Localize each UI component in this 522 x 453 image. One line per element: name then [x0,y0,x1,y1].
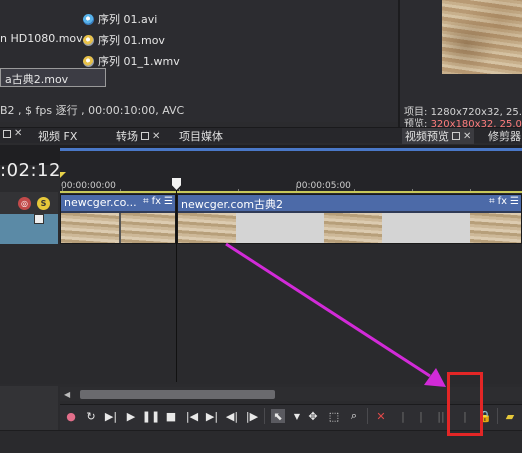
maximize-icon[interactable] [452,132,460,140]
loop-icon[interactable]: ↻ [84,409,98,423]
empty-track-area[interactable] [0,244,522,384]
clip-icon-group: ⌗ fx ☰ [489,196,519,207]
loop-region-bar[interactable] [60,191,522,193]
step-back-icon[interactable]: ◀| [225,409,239,423]
clip-title-text: newcger.com古典2 [181,198,284,211]
media-file-name: 序列 01.mov [98,34,165,47]
tab-label: 视频预览 [405,130,449,143]
menu-icon[interactable]: ☰ [510,196,519,207]
clip-thumbnail [178,213,236,243]
media-file-name: a古典2.mov [5,73,69,86]
tab-project-media[interactable]: 项目媒体 [179,128,223,144]
tab-transitions[interactable]: 转场 ✕ [116,128,160,144]
clip-thumbnail [236,213,324,243]
timeline-clip[interactable]: newcger.com古典2 ⌗ fx ☰ [177,194,522,244]
clip-icon-group: ⌗ fx ☰ [143,196,173,207]
solo-track-icon[interactable]: S [37,197,50,210]
clip-thumbnail [61,213,119,243]
record-icon[interactable]: ● [64,409,78,423]
close-icon[interactable]: ✕ [463,131,471,142]
next-frame-icon[interactable]: ▶| [205,409,219,423]
dropdown-icon[interactable]: ▼ [290,409,304,423]
stop-icon[interactable]: ■ [164,409,178,423]
selection-tool-icon[interactable]: ⬚ [327,409,341,423]
prev-frame-icon[interactable]: |◀ [185,409,199,423]
play-icon[interactable]: ▶ [124,409,138,423]
pause-icon[interactable]: ❚❚ [142,409,160,423]
split-icon[interactable]: || [434,409,448,423]
loop-region-marker[interactable] [60,172,66,178]
tab-controls[interactable]: ✕ [3,128,22,139]
media-file-name: 序列 01_1.wmv [98,55,180,68]
media-file-item-selected[interactable]: a古典2.mov [0,68,106,87]
delete-icon[interactable]: ✕ [374,409,388,423]
timeline-timecode[interactable]: :02:12 [0,160,61,181]
fx-icon[interactable]: fx [152,196,161,207]
marker-icon[interactable]: ▰ [503,409,517,423]
clip-thumbnail [470,213,521,243]
scroll-left-icon[interactable]: ◀ [64,390,70,399]
close-icon[interactable]: ✕ [152,131,160,142]
toolbar-divider [497,408,498,424]
tab-label: 视频 FX [38,130,78,143]
media-file-item[interactable]: 序列 01.avi [83,11,157,27]
sequence-avi-icon [83,13,94,25]
clip-thumbnail [382,213,470,243]
ruler-label: 00:00:05:00 [296,181,351,191]
tab-trimmer[interactable]: 修剪器 [488,128,521,144]
ruler-label: 00:00:00:00 [61,181,116,191]
scrollbar-thumb[interactable] [80,390,275,399]
step-forward-icon[interactable]: |▶ [245,409,259,423]
tab-label: 修剪器 [488,130,521,143]
tab-label: 项目媒体 [179,130,223,143]
tab-video-preview[interactable]: 视频预览 ✕ [402,128,475,144]
clip-thumbnail [324,213,382,243]
annotation-highlight-box [447,372,483,436]
timeline-clip[interactable]: newcger.co... ⌗ fx ☰ [60,194,176,244]
status-strip [0,430,522,453]
play-from-start-icon[interactable]: ▶| [104,409,118,423]
trim-end-icon[interactable]: | [414,409,428,423]
toolbar-divider [367,408,368,424]
maximize-icon[interactable] [141,132,149,140]
maximize-icon[interactable] [3,129,11,138]
menu-icon[interactable]: ☰ [164,196,173,207]
sequence-wmv-icon [83,55,94,67]
media-file-item[interactable]: 序列 01.mov [83,32,165,48]
video-preview-panel: 项目: 1280x720x32, 25.0 预览: 320x180x32, 25… [398,0,522,130]
toolbar-divider [264,408,265,424]
sequence-mov-icon [83,34,94,46]
clip-thumbnail [121,213,175,243]
media-file-item[interactable]: 序列 01_1.wmv [83,53,180,69]
preview-frame [442,0,522,74]
media-file-info: B2 , $ fps 逐行 , 00:00:10:00, AVC [0,104,185,117]
crop-icon[interactable]: ⌗ [143,196,149,207]
media-file-name: n HD1080.mov [0,32,83,45]
fx-icon[interactable]: fx [498,196,507,207]
media-file-item[interactable]: n HD1080.mov [0,32,83,45]
timeline-ruler[interactable] [60,148,522,192]
clip-title-text: newcger.co... [64,196,137,209]
tab-video-fx[interactable]: 视频 FX [38,128,77,144]
trim-start-icon[interactable]: | [396,409,410,423]
playhead-line [176,190,177,382]
clip-title: newcger.com古典2 [178,195,521,211]
track-expand-icon[interactable] [34,214,44,224]
tab-label: 转场 [116,130,138,143]
normal-edit-tool-icon[interactable]: ⬉ [271,409,285,423]
crop-icon[interactable]: ⌗ [489,196,495,207]
media-file-name: 序列 01.avi [98,13,158,26]
envelope-tool-icon[interactable]: ✥ [306,409,320,423]
zoom-tool-icon[interactable]: ⌕ [347,409,361,423]
close-icon[interactable]: ✕ [14,128,22,139]
mute-track-icon[interactable]: ◎ [18,197,31,210]
